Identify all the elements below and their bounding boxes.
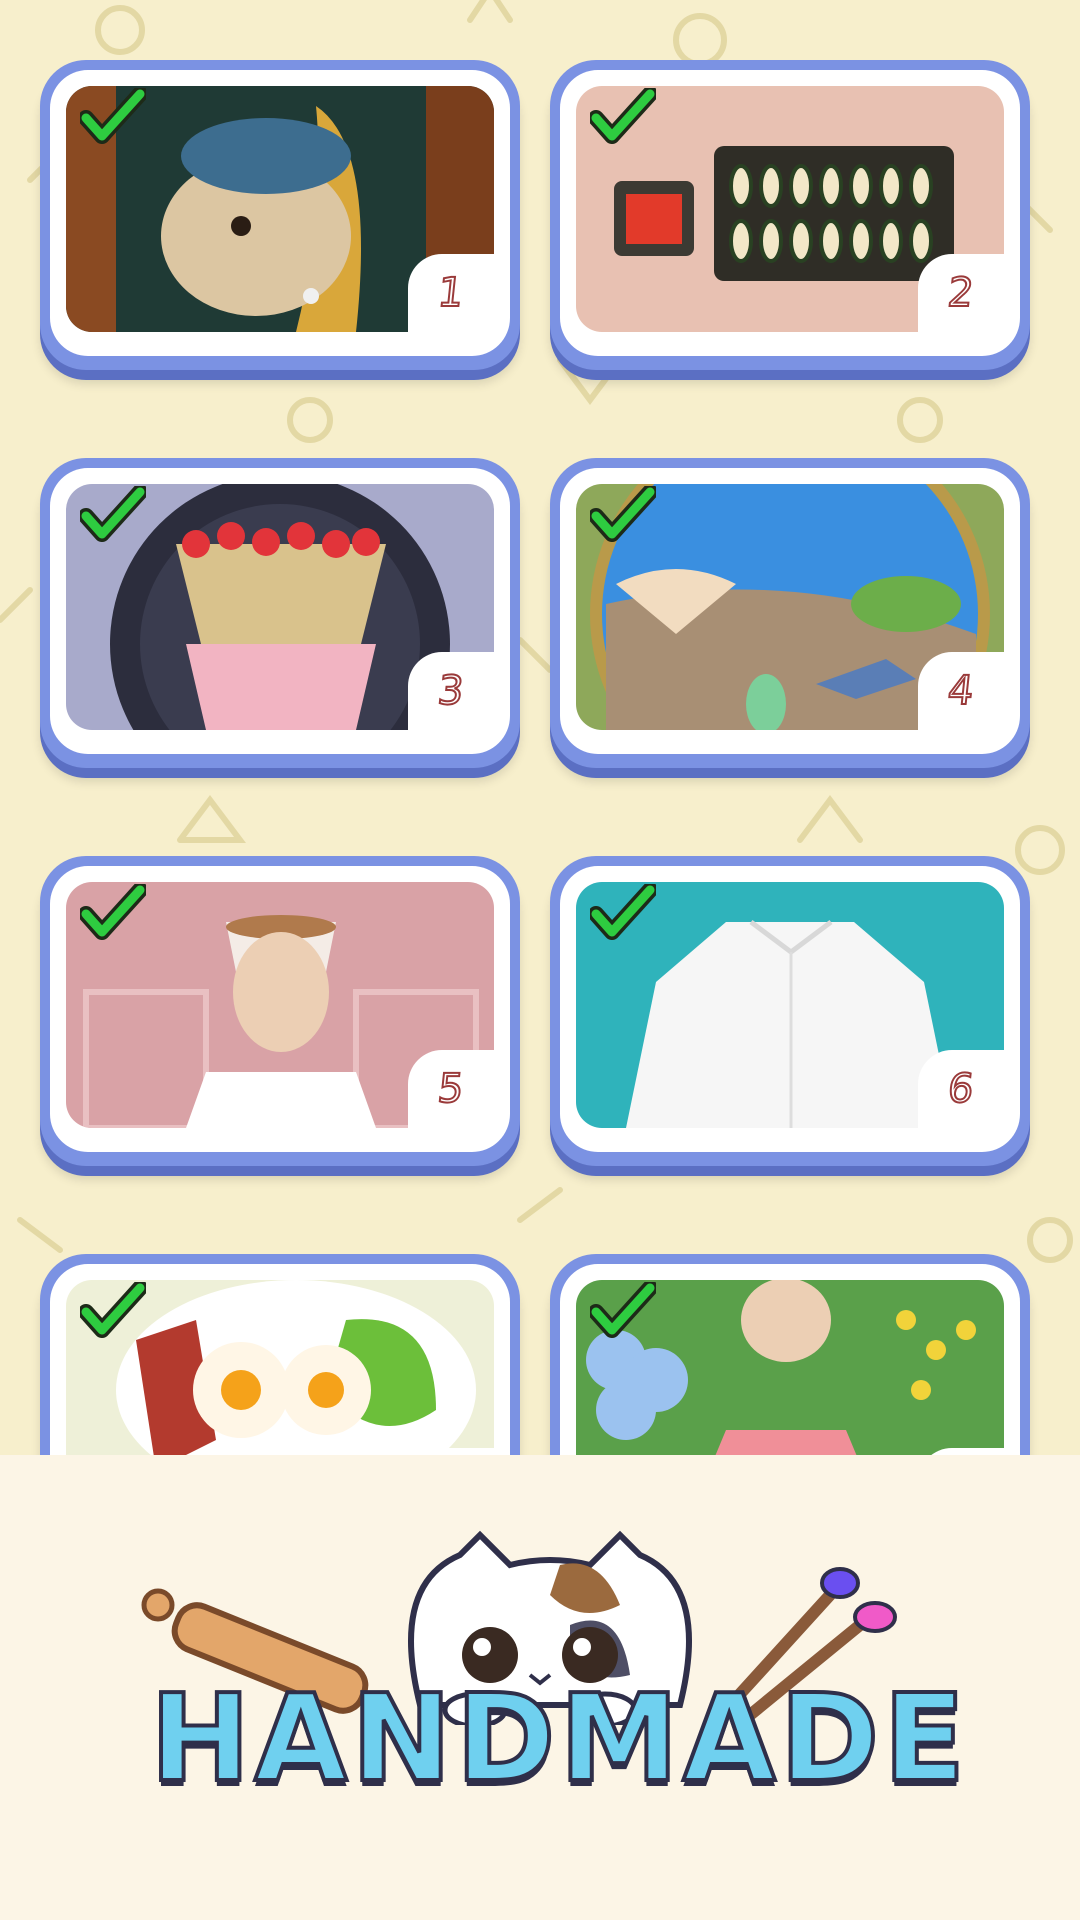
level-grid: 1 2 3 4 5 6	[0, 0, 1080, 1455]
level-card-3[interactable]: 3	[40, 458, 520, 768]
level-number: 2	[945, 269, 977, 317]
checkmark-icon	[80, 1282, 146, 1338]
checkmark-icon	[590, 486, 656, 542]
checkmark-icon	[80, 884, 146, 940]
level-number: 6	[945, 1065, 977, 1113]
checkmark-icon	[80, 486, 146, 542]
level-card-8[interactable]: 8	[550, 1254, 1030, 1455]
logo-banner: HANDMADE	[0, 1455, 1080, 1920]
level-card-2[interactable]: 2	[550, 60, 1030, 370]
level-number: 3	[435, 667, 467, 715]
checkmark-icon	[80, 88, 146, 144]
level-card-5[interactable]: 5	[40, 856, 520, 1166]
level-card-4[interactable]: 4	[550, 458, 1030, 768]
logo-wordmark: HANDMADE	[148, 1670, 970, 1809]
checkmark-icon	[590, 88, 656, 144]
level-number: 1	[435, 269, 467, 317]
checkmark-icon	[590, 884, 656, 940]
level-number: 5	[435, 1065, 467, 1113]
level-card-6[interactable]: 6	[550, 856, 1030, 1166]
checkmark-icon	[590, 1282, 656, 1338]
level-card-7[interactable]: 7	[40, 1254, 520, 1455]
level-card-1[interactable]: 1	[40, 60, 520, 370]
level-number: 4	[945, 667, 977, 715]
